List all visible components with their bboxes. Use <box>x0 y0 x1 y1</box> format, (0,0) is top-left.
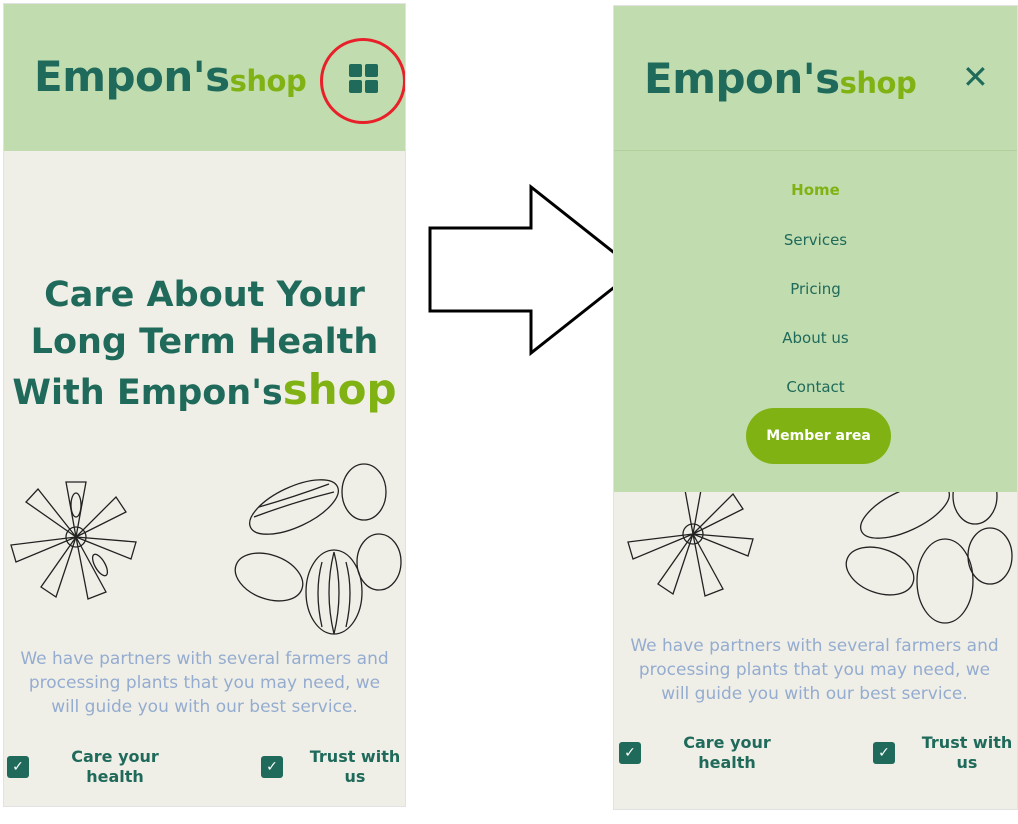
header: Empon'sshop ✕ <box>614 6 1017 153</box>
member-area-button[interactable]: Member area <box>746 408 891 464</box>
phone-open-menu: Empon'sshop ✕ We have partners with seve… <box>613 5 1018 810</box>
menu-item-home[interactable]: Home <box>614 181 1017 199</box>
logo[interactable]: Empon'sshop <box>644 54 917 103</box>
close-icon[interactable]: ✕ <box>962 58 989 96</box>
nav-menu: Home Services Pricing About us Contact M… <box>614 150 1017 492</box>
feature-item: ✓ Care your health <box>619 733 787 773</box>
menu-item-pricing[interactable]: Pricing <box>614 280 1017 298</box>
description: We have partners with several farmers an… <box>630 636 999 704</box>
spice-illustration <box>627 467 1013 624</box>
menu-item-services[interactable]: Services <box>614 231 1017 249</box>
menu-item-contact[interactable]: Contact <box>614 378 1017 396</box>
checkbox-checked-icon: ✓ <box>873 742 895 764</box>
checkbox-checked-icon: ✓ <box>619 742 641 764</box>
feature-item: ✓ Trust with us <box>873 733 1017 773</box>
menu-item-about[interactable]: About us <box>614 329 1017 347</box>
